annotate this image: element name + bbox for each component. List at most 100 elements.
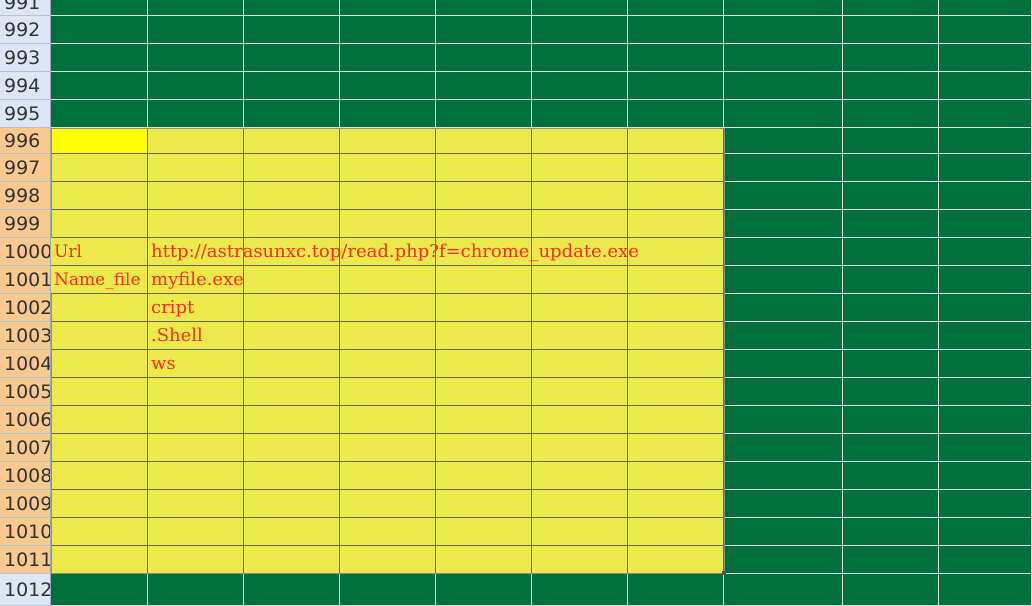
cell-B1008[interactable] — [148, 462, 244, 490]
cell-A1003[interactable] — [51, 322, 148, 350]
cell-D995[interactable] — [340, 100, 436, 128]
cell-E992[interactable] — [436, 16, 532, 44]
row-header-995[interactable]: 995 — [0, 100, 51, 128]
cell-D998[interactable] — [340, 182, 436, 210]
cell-D1011[interactable] — [340, 546, 436, 574]
cell-A1004[interactable] — [51, 350, 148, 378]
cell-H992[interactable] — [724, 16, 843, 44]
cell-G992[interactable] — [628, 16, 724, 44]
row-header-999[interactable]: 999 — [0, 210, 51, 238]
cell-B1006[interactable] — [148, 406, 244, 434]
cell-E1003[interactable] — [436, 322, 532, 350]
cell-C997[interactable] — [244, 154, 340, 182]
cell-A1002[interactable] — [51, 294, 148, 322]
cell-J998[interactable] — [939, 182, 1032, 210]
cell-A1008[interactable] — [51, 462, 148, 490]
cell-F1003[interactable] — [532, 322, 628, 350]
row-header-1009[interactable]: 1009 — [0, 490, 51, 518]
cell-F993[interactable] — [532, 44, 628, 72]
cell-A992[interactable] — [51, 16, 148, 44]
cell-A995[interactable] — [51, 100, 148, 128]
cell-H994[interactable] — [724, 72, 843, 100]
cell-F1010[interactable] — [532, 518, 628, 546]
cell-H1008[interactable] — [724, 462, 843, 490]
cell-E993[interactable] — [436, 44, 532, 72]
cell-G993[interactable] — [628, 44, 724, 72]
cell-E996[interactable] — [436, 128, 532, 154]
cell-F991[interactable] — [532, 0, 628, 16]
cell-G994[interactable] — [628, 72, 724, 100]
cell-F1001[interactable] — [532, 266, 628, 294]
cell-D999[interactable] — [340, 210, 436, 238]
cell-I992[interactable] — [843, 16, 939, 44]
cell-B1012[interactable] — [148, 574, 244, 606]
cell-A1006[interactable] — [51, 406, 148, 434]
cell-E1001[interactable] — [436, 266, 532, 294]
cell-F999[interactable] — [532, 210, 628, 238]
cell-C995[interactable] — [244, 100, 340, 128]
cell-H1000[interactable] — [724, 238, 843, 266]
cell-G998[interactable] — [628, 182, 724, 210]
cell-F1011[interactable] — [532, 546, 628, 574]
cell-G1006[interactable] — [628, 406, 724, 434]
cell-J1007[interactable] — [939, 434, 1032, 462]
cell-B1003[interactable]: .Shell — [148, 322, 244, 350]
cell-G1011[interactable] — [628, 546, 724, 574]
cell-H1010[interactable] — [724, 518, 843, 546]
row-header-1010[interactable]: 1010 — [0, 518, 51, 546]
cell-H995[interactable] — [724, 100, 843, 128]
cell-H1002[interactable] — [724, 294, 843, 322]
cell-B1005[interactable] — [148, 378, 244, 406]
cell-G1004[interactable] — [628, 350, 724, 378]
cell-G1000[interactable] — [628, 238, 724, 266]
cell-D994[interactable] — [340, 72, 436, 100]
cell-I995[interactable] — [843, 100, 939, 128]
cell-D991[interactable] — [340, 0, 436, 16]
cell-B1009[interactable] — [148, 490, 244, 518]
cell-A1011[interactable] — [51, 546, 148, 574]
cell-J1012[interactable] — [939, 574, 1032, 606]
cell-E1009[interactable] — [436, 490, 532, 518]
cell-I1008[interactable] — [843, 462, 939, 490]
cell-D1012[interactable] — [340, 574, 436, 606]
cell-G995[interactable] — [628, 100, 724, 128]
cell-G1010[interactable] — [628, 518, 724, 546]
cell-A1005[interactable] — [51, 378, 148, 406]
cell-C998[interactable] — [244, 182, 340, 210]
cell-D1001[interactable] — [340, 266, 436, 294]
cell-E995[interactable] — [436, 100, 532, 128]
cell-C1012[interactable] — [244, 574, 340, 606]
cell-I993[interactable] — [843, 44, 939, 72]
cell-J1004[interactable] — [939, 350, 1032, 378]
cell-F1006[interactable] — [532, 406, 628, 434]
cell-A993[interactable] — [51, 44, 148, 72]
cell-C992[interactable] — [244, 16, 340, 44]
cell-H996[interactable] — [724, 128, 843, 154]
cell-J993[interactable] — [939, 44, 1032, 72]
cell-C1006[interactable] — [244, 406, 340, 434]
cell-C1007[interactable] — [244, 434, 340, 462]
cell-D992[interactable] — [340, 16, 436, 44]
cell-C1004[interactable] — [244, 350, 340, 378]
row-header-1012[interactable]: 1012 — [0, 574, 51, 606]
cell-G1002[interactable] — [628, 294, 724, 322]
cell-G1001[interactable] — [628, 266, 724, 294]
cell-H993[interactable] — [724, 44, 843, 72]
cell-B999[interactable] — [148, 210, 244, 238]
cell-F1005[interactable] — [532, 378, 628, 406]
cell-I1012[interactable] — [843, 574, 939, 606]
cell-F998[interactable] — [532, 182, 628, 210]
cell-B998[interactable] — [148, 182, 244, 210]
cell-I1011[interactable] — [843, 546, 939, 574]
cell-J994[interactable] — [939, 72, 1032, 100]
cell-H991[interactable] — [724, 0, 843, 16]
cell-I999[interactable] — [843, 210, 939, 238]
row-header-1002[interactable]: 1002 — [0, 294, 51, 322]
cell-B1000[interactable]: http://astrasunxc.top/read.php?f=chrome_… — [148, 238, 639, 266]
cell-E997[interactable] — [436, 154, 532, 182]
cell-G991[interactable] — [628, 0, 724, 16]
cell-A1000[interactable]: Url — [51, 238, 148, 266]
cell-I1000[interactable] — [843, 238, 939, 266]
cell-C999[interactable] — [244, 210, 340, 238]
cell-H1011[interactable] — [724, 546, 843, 574]
